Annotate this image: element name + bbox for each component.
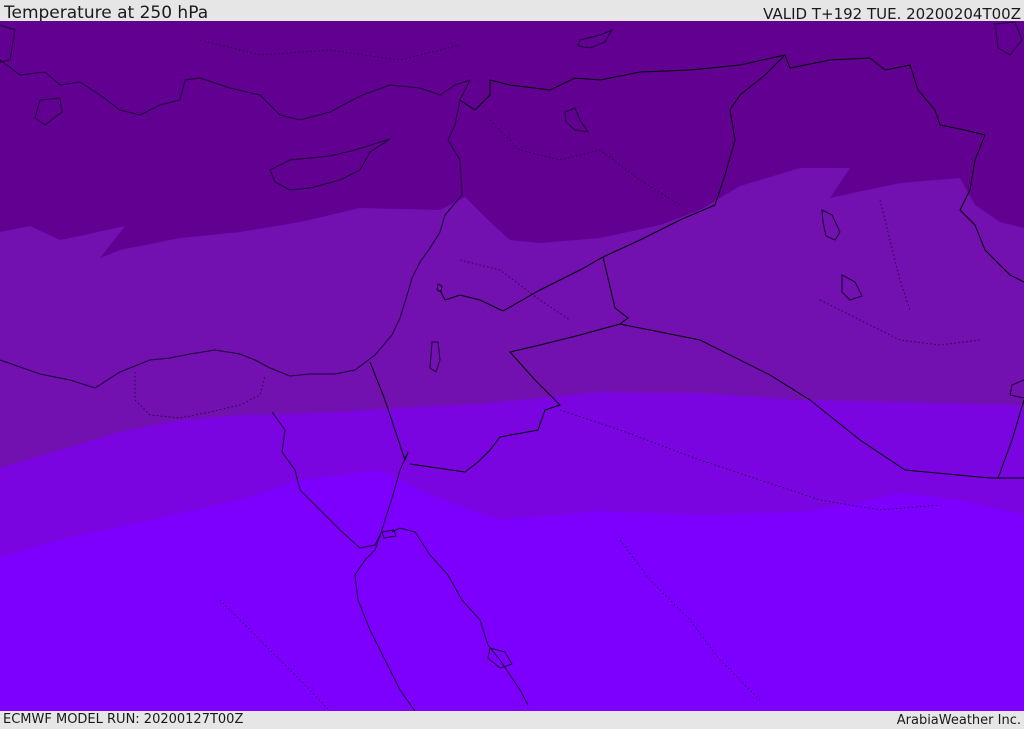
- map-title: Temperature at 250 hPa: [4, 3, 209, 23]
- temperature-map: [0, 21, 1024, 711]
- credit-label: ArabiaWeather Inc.: [896, 713, 1021, 728]
- map-frame: Temperature at 250 hPa VALID T+192 TUE. …: [0, 0, 1024, 729]
- model-run-label: ECMWF MODEL RUN: 20200127T00Z: [3, 712, 244, 727]
- footer-bar: ECMWF MODEL RUN: 20200127T00Z ArabiaWeat…: [0, 711, 1024, 729]
- map-canvas: [0, 21, 1024, 711]
- header-bar: Temperature at 250 hPa VALID T+192 TUE. …: [0, 0, 1024, 23]
